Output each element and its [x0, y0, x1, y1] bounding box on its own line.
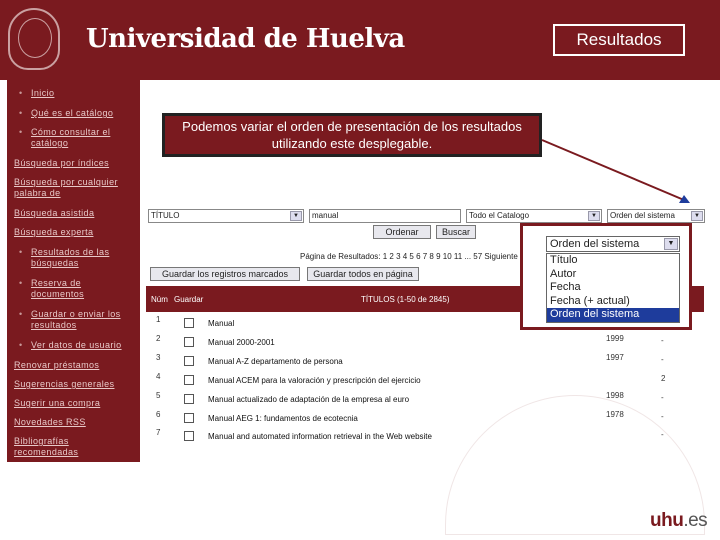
search-button[interactable]: Buscar [436, 225, 476, 239]
header-bar: Universidad de Huelva Resultados [0, 0, 720, 80]
order-dropdown-list: Título Autor Fecha Fecha (+ actual) Orde… [546, 253, 680, 323]
col-save: Guardar [174, 295, 204, 304]
sidebar-item-sugerencias[interactable]: Sugerencias generales [14, 379, 114, 390]
sidebar-item-bibliografias[interactable]: Bibliografías recomendadas [14, 436, 124, 458]
sidebar-item-busqueda-asistida[interactable]: Búsqueda asistida [14, 208, 94, 219]
table-row: 6 Manual AEG 1: fundamentos de ecotecnia… [146, 410, 664, 428]
row-copies: - [661, 355, 664, 364]
footer-brand-suffix: .es [683, 510, 708, 531]
search-input[interactable]: manual [309, 209, 461, 223]
save-checkbox[interactable] [184, 431, 194, 441]
sidebar-item-renovar[interactable]: Renovar préstamos [14, 360, 99, 371]
sidebar-item-resultados[interactable]: Resultados de las búsquedas [19, 247, 127, 269]
row-num: 3 [156, 353, 161, 362]
chevron-down-icon: ▼ [691, 211, 703, 221]
row-year: 1997 [606, 353, 624, 362]
field-select-value: TÍTULO [151, 211, 180, 220]
chevron-down-icon: ▼ [290, 211, 302, 221]
row-num: 4 [156, 372, 161, 381]
chevron-down-icon: ▼ [664, 238, 678, 250]
row-copies: - [661, 412, 664, 421]
col-titles[interactable]: TÍTULOS (1-50 de 2845) [361, 295, 449, 304]
order-option-titulo[interactable]: Título [547, 254, 679, 268]
footer-brand: uhu [650, 510, 684, 531]
row-title[interactable]: Manual [208, 319, 234, 328]
sidebar-nav: Inicio Qué es el catálogo Cómo consultar… [7, 80, 140, 462]
sidebar-item-novedades-rss[interactable]: Novedades RSS [14, 417, 86, 428]
row-num: 2 [156, 334, 161, 343]
table-row: 2 Manual 2000-2001 1999 - [146, 334, 664, 352]
slide-title: Resultados [553, 24, 685, 56]
table-row: 5 Manual actualizado de adaptación de la… [146, 391, 664, 409]
row-title[interactable]: Manual ACEM para la valoración y prescri… [208, 376, 421, 385]
uhu-footer-logo: uhu.es [650, 510, 708, 532]
row-title[interactable]: Manual A-Z departamento de persona [208, 357, 343, 366]
row-copies: - [661, 336, 664, 345]
row-copies: - [661, 430, 664, 439]
field-select[interactable]: TÍTULO ▼ [148, 209, 304, 223]
order-dropdown-select[interactable]: Orden del sistema ▼ [546, 236, 680, 252]
callout-note: Podemos variar el orden de presentación … [162, 113, 542, 157]
save-checkbox[interactable] [184, 413, 194, 423]
sidebar-item-ver-datos[interactable]: Ver datos de usuario [19, 340, 122, 351]
order-select-value: Orden del sistema [610, 211, 675, 220]
row-num: 7 [156, 428, 161, 437]
save-checkbox[interactable] [184, 375, 194, 385]
sidebar-item-guardar-enviar[interactable]: Guardar o enviar los resultados [19, 309, 127, 331]
row-num: 5 [156, 391, 161, 400]
save-checkbox[interactable] [184, 318, 194, 328]
row-year: 1999 [606, 334, 624, 343]
order-button[interactable]: Ordenar [373, 225, 431, 239]
table-row: 3 Manual A-Z departamento de persona 199… [146, 353, 664, 371]
sidebar-item-sugerir-compra[interactable]: Sugerir una compra [14, 398, 100, 409]
table-row: 4 Manual ACEM para la valoración y presc… [146, 372, 665, 390]
table-row: 7 Manual and automated information retri… [146, 428, 664, 446]
order-option-fecha[interactable]: Fecha [547, 281, 679, 295]
row-year: 1978 [606, 410, 624, 419]
save-checkbox[interactable] [184, 394, 194, 404]
save-page-button[interactable]: Guardar todos en página [307, 267, 419, 281]
sidebar-item-busqueda-indices[interactable]: Búsqueda por índices [14, 158, 109, 169]
order-option-fecha-actual[interactable]: Fecha (+ actual) [547, 295, 679, 309]
catalog-select-value: Todo el Catalogo [469, 211, 530, 220]
sidebar-item-reserva[interactable]: Reserva de documentos [19, 278, 127, 300]
row-title[interactable]: Manual actualizado de adaptación de la e… [208, 395, 409, 404]
chevron-down-icon: ▼ [588, 211, 600, 221]
row-num: 6 [156, 410, 161, 419]
catalog-select[interactable]: Todo el Catalogo ▼ [466, 209, 602, 223]
row-copies: - [661, 393, 664, 402]
row-num: 1 [156, 315, 161, 324]
sidebar-item-inicio[interactable]: Inicio [19, 88, 54, 99]
row-year: 1998 [606, 391, 624, 400]
search-input-value: manual [312, 211, 339, 220]
col-num: Núm [151, 295, 168, 304]
row-copies: 2 [661, 374, 666, 383]
university-logo: Universidad de Huelva [86, 24, 405, 54]
order-option-autor[interactable]: Autor [547, 268, 679, 282]
sidebar-item-que-es[interactable]: Qué es el catálogo [19, 108, 113, 119]
sidebar-item-busqueda-palabra[interactable]: Búsqueda por cualquier palabra de [14, 177, 132, 199]
sidebar-item-busqueda-experta[interactable]: Búsqueda experta [14, 227, 93, 238]
save-marked-button[interactable]: Guardar los registros marcados [150, 267, 300, 281]
order-option-orden-sistema[interactable]: Orden del sistema [547, 308, 679, 322]
order-dropdown-zoom: Orden del sistema ▼ Título Autor Fecha F… [520, 223, 692, 330]
order-select[interactable]: Orden del sistema ▼ [607, 209, 705, 223]
save-checkbox[interactable] [184, 356, 194, 366]
row-title[interactable]: Manual AEG 1: fundamentos de ecotecnia [208, 414, 358, 423]
university-seal-icon [8, 8, 60, 70]
row-title[interactable]: Manual and automated information retriev… [208, 432, 432, 441]
save-checkbox[interactable] [184, 337, 194, 347]
pagination[interactable]: Página de Resultados: 1 2 3 4 5 6 7 8 9 … [300, 252, 518, 261]
order-dropdown-value: Orden del sistema [550, 238, 640, 250]
row-title[interactable]: Manual 2000-2001 [208, 338, 275, 347]
sidebar-item-como-consultar[interactable]: Cómo consultar el catálogo [19, 127, 127, 149]
